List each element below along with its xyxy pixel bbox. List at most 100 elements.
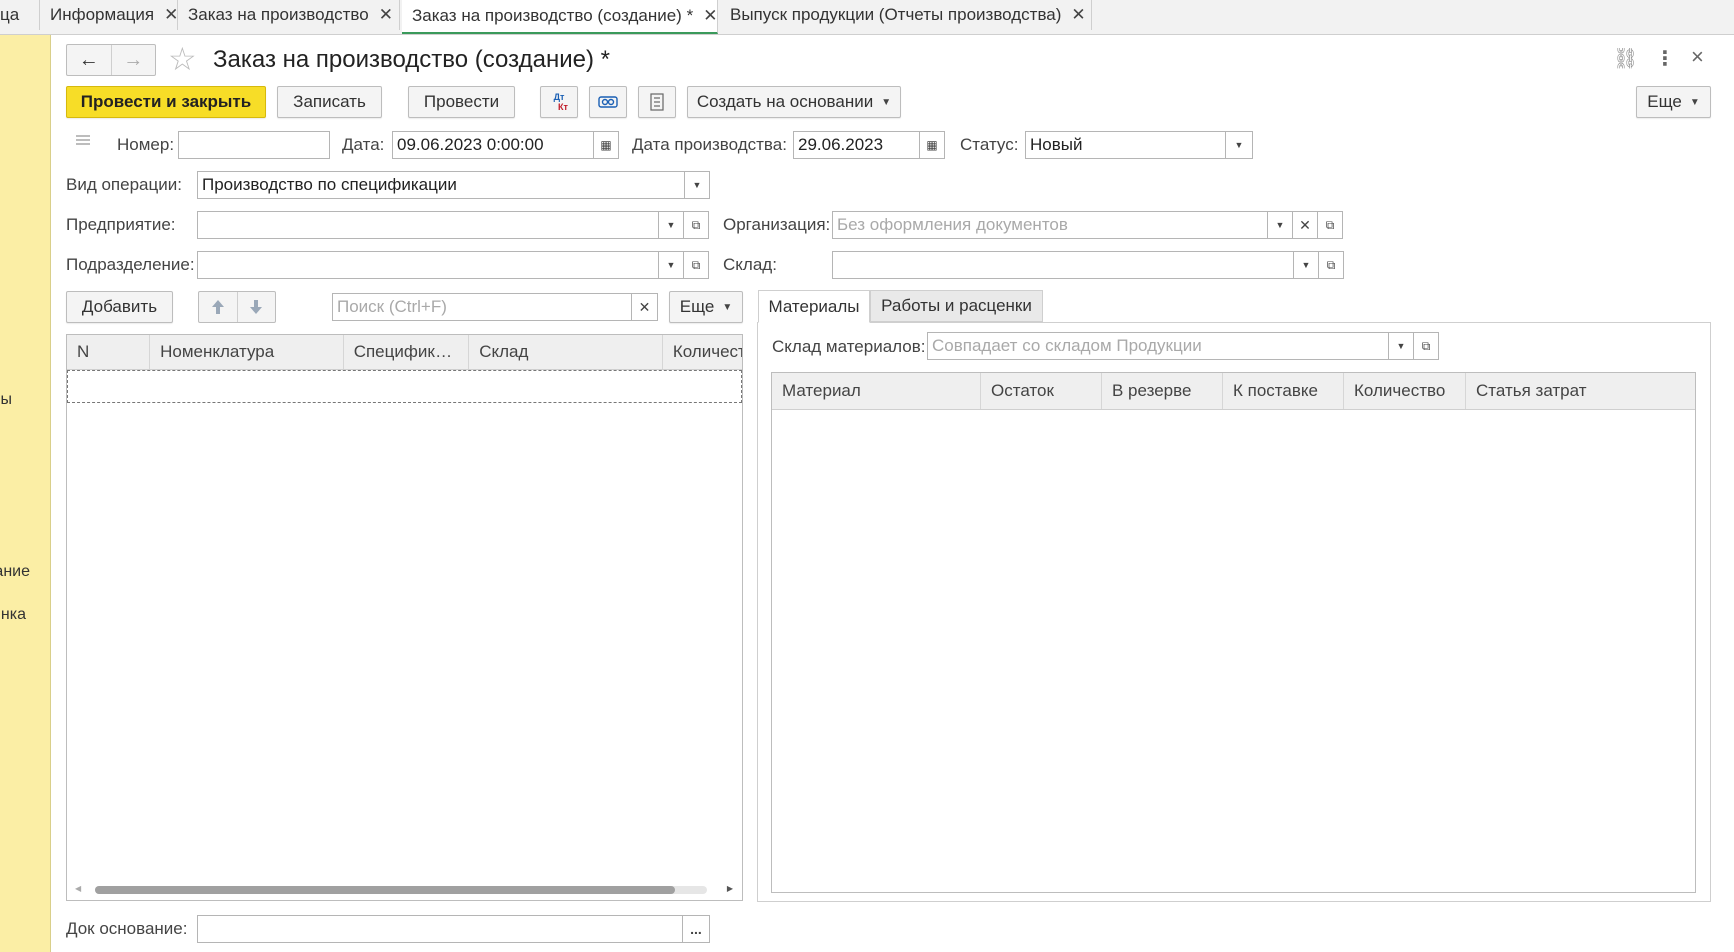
close-icon[interactable]: ✕	[703, 6, 717, 26]
doc-base-label: Док основание:	[66, 919, 188, 938]
chevron-down-icon[interactable]: ▼	[1225, 131, 1253, 159]
sidebar-item[interactable]: нка	[1, 606, 26, 624]
warehouse-field[interactable]	[832, 251, 1294, 279]
status-label: Статус:	[960, 135, 1019, 154]
tab-production-order[interactable]: Заказ на производство ✕	[178, 0, 400, 30]
doc-base-field[interactable]	[197, 915, 683, 943]
open-icon[interactable]: ⧉	[1318, 251, 1344, 279]
move-buttons	[198, 291, 276, 323]
back-arrow-icon[interactable]: ←	[67, 45, 112, 75]
tab-works-rates[interactable]: Работы и расценки	[870, 290, 1043, 322]
post-and-close-button[interactable]: Провести и закрыть	[66, 86, 266, 118]
column-header[interactable]: В резерве	[1102, 373, 1223, 409]
more-label: Еще	[679, 297, 715, 316]
production-date-field[interactable]: 29.06.2023	[793, 131, 920, 159]
tab-label: ца	[0, 5, 20, 24]
chevron-down-icon[interactable]: ▼	[658, 251, 684, 279]
sidebar-item[interactable]: ание	[0, 563, 30, 581]
search-input[interactable]: Поиск (Ctrl+F)	[332, 293, 632, 321]
enterprise-field[interactable]	[197, 211, 659, 239]
scroll-thumb[interactable]	[95, 886, 675, 894]
more-menu-icon[interactable]: ⋮	[1655, 46, 1675, 71]
tab-label: Выпуск продукции (Отчеты производства)	[730, 5, 1062, 24]
number-label: Номер:	[117, 135, 175, 154]
tab-bar: ца Информация ✕ Заказ на производство ✕ …	[0, 0, 1734, 35]
division-field[interactable]	[197, 251, 659, 279]
structure-icon[interactable]	[589, 86, 627, 118]
products-more-button[interactable]: Еще ▼	[669, 291, 743, 323]
column-header[interactable]: Материал	[772, 373, 981, 409]
tab-production-order-create[interactable]: Заказ на производство (создание) * ✕	[402, 0, 718, 34]
status-select[interactable]: Новый	[1025, 131, 1226, 159]
tab-label: Информация	[50, 5, 155, 24]
calendar-icon[interactable]: ▦	[593, 131, 619, 159]
tab-product-output[interactable]: Выпуск продукции (Отчеты производства) ✕	[720, 0, 1092, 30]
close-icon[interactable]: ✕	[379, 5, 393, 25]
kt-label: Кт	[558, 102, 568, 112]
chevron-down-icon[interactable]: ▼	[1267, 211, 1293, 239]
report-glyph	[650, 93, 664, 111]
table-row[interactable]	[67, 370, 742, 403]
report-icon[interactable]	[638, 86, 676, 118]
clear-icon[interactable]: ✕	[1292, 211, 1318, 239]
scroll-right-icon[interactable]: ▶	[727, 884, 733, 893]
close-icon[interactable]: ✕	[1071, 5, 1085, 25]
close-icon[interactable]: ✕	[164, 5, 178, 25]
column-header[interactable]: N	[67, 335, 151, 369]
organization-placeholder: Без оформления документов	[837, 215, 1068, 234]
date-field[interactable]: 09.06.2023 0:00:00	[392, 131, 594, 159]
column-header[interactable]: К поставке	[1223, 373, 1344, 409]
column-header[interactable]: Номенклатура	[150, 335, 344, 369]
column-header[interactable]: Статья затрат	[1466, 373, 1695, 409]
document-info-icon[interactable]	[74, 133, 92, 153]
materials-warehouse-label: Склад материалов:	[772, 337, 926, 356]
operation-label: Вид операции:	[66, 175, 182, 194]
page-title: Заказ на производство (создание) *	[213, 46, 610, 73]
add-row-button[interactable]: Добавить	[66, 291, 173, 323]
open-icon[interactable]: ⧉	[1317, 211, 1343, 239]
column-header[interactable]: Количество	[1344, 373, 1466, 409]
close-form-icon[interactable]: ×	[1691, 44, 1704, 70]
calendar-icon[interactable]: ▦	[919, 131, 945, 159]
sidebar-item[interactable]: ы	[1, 391, 13, 409]
open-icon[interactable]: ⧉	[1413, 332, 1439, 360]
chevron-down-icon: ▼	[722, 301, 733, 313]
move-down-icon[interactable]	[238, 292, 276, 322]
operation-select[interactable]: Производство по спецификации	[197, 171, 685, 199]
chevron-down-icon[interactable]: ▼	[658, 211, 684, 239]
column-header-label: Спецификация	[353, 342, 459, 361]
materials-warehouse-placeholder: Совпадает со складом Продукции	[932, 336, 1202, 355]
move-up-icon[interactable]	[199, 292, 238, 322]
tab-information[interactable]: Информация ✕	[40, 0, 178, 30]
more-button[interactable]: Еще ▼	[1636, 86, 1711, 118]
tab-partial[interactable]: ца	[0, 0, 40, 30]
post-button[interactable]: Провести	[408, 86, 515, 118]
column-header[interactable]: Склад	[469, 335, 663, 369]
chevron-down-icon[interactable]: ▼	[1388, 332, 1414, 360]
dt-kt-icon[interactable]: Дт Кт	[540, 86, 578, 118]
materials-warehouse-field[interactable]: Совпадает со складом Продукции	[927, 332, 1389, 360]
open-icon[interactable]: ⧉	[683, 251, 709, 279]
chevron-down-icon[interactable]: ▼	[684, 171, 710, 199]
structure-glyph	[598, 96, 618, 108]
organization-field[interactable]: Без оформления документов	[832, 211, 1268, 239]
tab-label: Заказ на производство (создание) *	[412, 6, 694, 25]
organization-label: Организация:	[723, 215, 831, 234]
forward-arrow-icon[interactable]: →	[112, 45, 156, 75]
number-field[interactable]	[178, 131, 330, 159]
link-icon[interactable]: ⛓	[1613, 46, 1638, 71]
open-icon[interactable]: ⧉	[683, 211, 709, 239]
column-header[interactable]: Остаток	[981, 373, 1102, 409]
save-button[interactable]: Записать	[277, 86, 382, 118]
tab-materials[interactable]: Материалы	[758, 290, 870, 323]
select-ellipsis-button[interactable]: ...	[682, 915, 710, 943]
chevron-down-icon[interactable]: ▼	[1293, 251, 1319, 279]
sidebar: ы ание нка	[0, 35, 51, 952]
clear-search-icon[interactable]: ✕	[631, 293, 658, 321]
create-based-on-button[interactable]: Создать на основании ▼	[687, 86, 901, 118]
scroll-left-icon[interactable]: ◀	[75, 884, 81, 893]
star-icon[interactable]: ☆	[168, 40, 197, 78]
horizontal-scrollbar[interactable]: ◀ ▶	[75, 884, 733, 896]
column-header[interactable]: Спецификация	[344, 335, 470, 369]
column-header[interactable]: Количество	[663, 335, 742, 369]
